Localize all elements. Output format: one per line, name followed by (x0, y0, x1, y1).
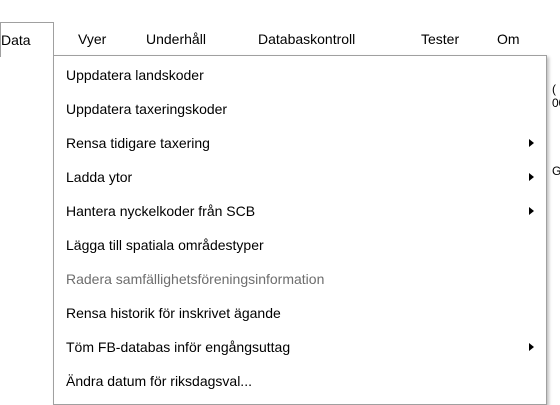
menu-item-label: Ladda ytor (66, 169, 133, 185)
menu-item-label: Rensa tidigare taxering (66, 135, 210, 151)
menu-item-label: Rensa historik för inskrivet ägande (66, 305, 281, 321)
menu-item-tom-fb-databas[interactable]: Töm FB-databas inför engångsuttag (54, 332, 546, 362)
menu-item-label: Radera samfällighetsföreningsinformation (66, 271, 325, 287)
background-text: ( (552, 82, 556, 96)
submenu-arrow-icon (529, 139, 534, 147)
menu-item-label: Ändra datum för riksdagsval... (66, 373, 252, 389)
menu-item-label: Hantera nyckelkoder från SCB (66, 203, 256, 219)
menu-item-label: Töm FB-databas inför engångsuttag (66, 339, 291, 355)
menu-item-rensa-historik[interactable]: Rensa historik för inskrivet ägande (54, 298, 546, 328)
menu-item-radera-samfallighetsforeningsinformation: Radera samfällighetsföreningsinformation (54, 264, 546, 294)
menu-om[interactable]: Om (489, 22, 528, 56)
menu-item-label: Lägga till spatiala områdestyper (66, 237, 264, 253)
menu-item-lagga-till-spatiala-omradestyper[interactable]: Lägga till spatiala områdestyper (54, 230, 546, 260)
submenu-arrow-icon (529, 207, 534, 215)
menu-item-hantera-nyckelkoder[interactable]: Hantera nyckelkoder från SCB (54, 196, 546, 226)
application-window: ( 00 G Data Vyer Underhåll Databaskontro… (0, 0, 560, 405)
menu-bar: Data Vyer Underhåll Databaskontroll Test… (0, 22, 560, 57)
data-menu-dropdown: Uppdatera landskoder Uppdatera taxerings… (53, 55, 547, 405)
menu-vyer[interactable]: Vyer (70, 22, 114, 56)
menu-item-andra-datum-riksdagsval[interactable]: Ändra datum för riksdagsval... (54, 366, 546, 396)
menu-item-ladda-ytor[interactable]: Ladda ytor (54, 162, 546, 192)
menu-tester[interactable]: Tester (413, 22, 467, 56)
menu-item-label: Uppdatera landskoder (66, 67, 204, 83)
menu-databaskontroll[interactable]: Databaskontroll (250, 22, 363, 56)
menu-underhall[interactable]: Underhåll (138, 22, 214, 56)
menu-item-uppdatera-landskoder[interactable]: Uppdatera landskoder (54, 60, 546, 90)
menu-data[interactable]: Data (0, 22, 54, 57)
background-text: G (552, 164, 560, 178)
submenu-arrow-icon (529, 343, 534, 351)
menu-item-uppdatera-taxeringskoder[interactable]: Uppdatera taxeringskoder (54, 94, 546, 124)
menu-item-label: Uppdatera taxeringskoder (66, 101, 228, 117)
menu-item-rensa-tidigare-taxering[interactable]: Rensa tidigare taxering (54, 128, 546, 158)
submenu-arrow-icon (529, 173, 534, 181)
background-text: 00 (552, 96, 560, 110)
